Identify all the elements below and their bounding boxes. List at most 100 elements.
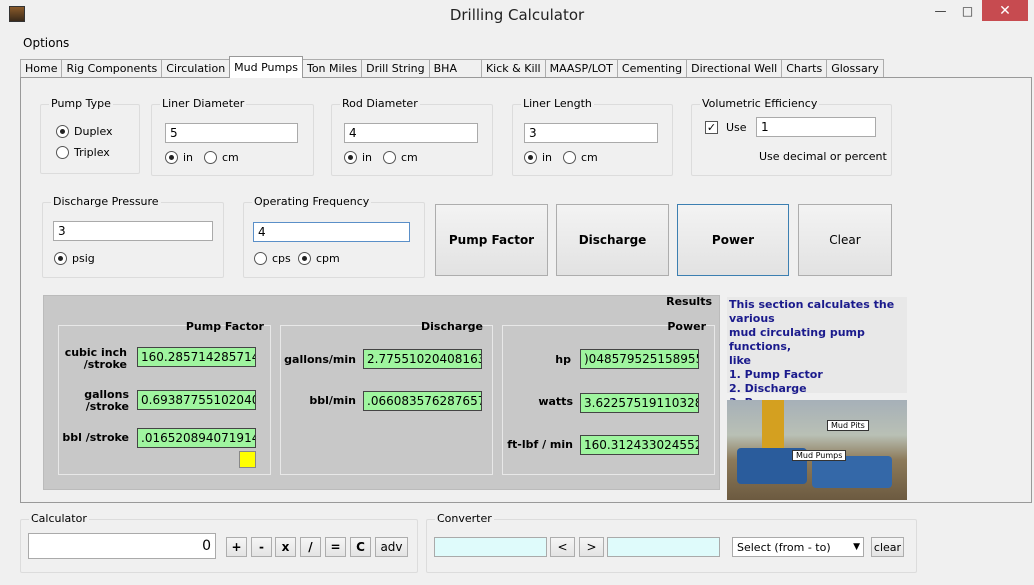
radio-dot [54, 252, 67, 265]
tab-strip: Home Rig Components Circulation Mud Pump… [20, 56, 884, 78]
tab-kick-kill[interactable]: Kick & Kill [480, 59, 546, 78]
tab-cementing[interactable]: Cementing [616, 59, 688, 78]
radio-psig[interactable]: psig [54, 252, 95, 265]
tab-drill-string[interactable]: Drill String [361, 59, 430, 78]
pump-factor-button[interactable]: Pump Factor [435, 204, 548, 276]
tab-bha[interactable]: BHA [428, 59, 482, 78]
info-line: This section calculates the various [729, 298, 895, 325]
radio-label: cps [272, 252, 291, 265]
calc-plus-button[interactable]: + [226, 537, 247, 557]
info-panel: This section calculates the various mud … [727, 297, 907, 409]
title-bar: Drilling Calculator [0, 0, 1034, 31]
converter-left-button[interactable]: < [550, 537, 575, 557]
operating-frequency-input[interactable]: 4 [253, 222, 410, 242]
tab-glossary[interactable]: Glossary [826, 59, 884, 78]
volumetric-efficiency-input[interactable]: 1 [756, 117, 876, 137]
tab-directional-well[interactable]: Directional Well [686, 59, 783, 78]
radio-duplex[interactable]: Duplex [56, 125, 113, 138]
radio-label: cpm [316, 252, 340, 265]
calc-equals-button[interactable]: = [325, 537, 346, 557]
radio-dot [254, 252, 267, 265]
liner-diameter-input[interactable]: 5 [165, 123, 298, 143]
radio-label: psig [72, 252, 95, 265]
tab-maasp-lot[interactable]: MAASP/LOT [544, 59, 618, 78]
minimize-button[interactable]: — [926, 0, 955, 21]
ftlbf-output: 160.312433024552 [580, 435, 699, 455]
gallons-label: gallons /stroke [84, 388, 129, 413]
tab-rig-components[interactable]: Rig Components [61, 59, 163, 78]
radio-label: cm [222, 151, 239, 164]
liner-length-input[interactable]: 3 [524, 123, 658, 143]
radio-label: cm [401, 151, 418, 164]
discharge-pressure-label: Discharge Pressure [51, 195, 161, 208]
radio-dot [383, 151, 396, 164]
discharge-title: Discharge [421, 320, 483, 333]
radio-label: in [362, 151, 373, 164]
tab-charts[interactable]: Charts [781, 59, 828, 78]
radio-dot [344, 151, 357, 164]
tab-mud-pumps[interactable]: Mud Pumps [229, 56, 303, 78]
radio-label: cm [581, 151, 598, 164]
tab-circulation[interactable]: Circulation [161, 59, 231, 78]
converter-select[interactable]: Select (from - to) ▼ [732, 537, 864, 557]
watts-output: 3.62257519110328 [580, 393, 699, 413]
gallons-output: 0.693877551020408 [137, 390, 256, 410]
hp-output: )0485795251589551 [580, 349, 699, 369]
calc-divide-button[interactable]: / [300, 537, 321, 557]
radio-dot [298, 252, 311, 265]
radio-rod-diameter-in[interactable]: in [344, 151, 372, 164]
calc-advanced-button[interactable]: adv [375, 537, 408, 557]
menu-bar [0, 31, 1034, 55]
info-line: 2. Discharge [729, 382, 807, 395]
clear-button[interactable]: Clear [798, 204, 892, 276]
chevron-down-icon: ▼ [853, 542, 860, 552]
info-line: like [729, 354, 752, 367]
gpm-output: 2.77551020408163 [363, 349, 482, 369]
volumetric-efficiency-hint: Use decimal or percent [759, 150, 887, 163]
maximize-button[interactable]: □ [953, 0, 982, 21]
window-title: Drilling Calculator [449, 6, 585, 24]
bbl-output: .0165208940719145 [137, 428, 256, 448]
watts-label: watts [538, 395, 573, 408]
radio-liner-length-cm[interactable]: cm [563, 151, 598, 164]
pump-factor-title: Pump Factor [185, 320, 264, 333]
calc-clear-button[interactable]: C [350, 537, 371, 557]
mud-pumps-photo: Mud Pits Mud Pumps [727, 400, 907, 500]
calculator-display[interactable]: 0 [28, 533, 216, 559]
use-label: Use [726, 121, 747, 134]
liner-diameter-label: Liner Diameter [160, 97, 247, 110]
use-checkbox[interactable]: ✓ Use [705, 121, 747, 134]
calculator-label: Calculator [29, 512, 89, 525]
info-line: 1. Pump Factor [729, 368, 823, 381]
close-button[interactable]: ✕ [982, 0, 1028, 21]
tab-ton-miles[interactable]: Ton Miles [301, 59, 363, 78]
radio-liner-diameter-cm[interactable]: cm [204, 151, 239, 164]
ftlbf-label: ft-lbf / min [507, 438, 573, 451]
menu-options[interactable]: Options [23, 36, 69, 50]
converter-input-left[interactable] [434, 537, 547, 557]
rod-diameter-input[interactable]: 4 [344, 123, 478, 143]
info-line: mud circulating pump functions, [729, 326, 865, 353]
radio-triplex[interactable]: Triplex [56, 146, 110, 159]
radio-cpm[interactable]: cpm [298, 252, 340, 265]
calc-minus-button[interactable]: - [251, 537, 272, 557]
results-title: Results [666, 295, 712, 308]
tab-home[interactable]: Home [20, 59, 63, 78]
photo-label-pumps: Mud Pumps [792, 450, 847, 461]
discharge-pressure-input[interactable]: 3 [53, 221, 213, 241]
bpm-label: bbl/min [309, 394, 356, 407]
radio-liner-diameter-in[interactable]: in [165, 151, 193, 164]
operating-frequency-label: Operating Frequency [252, 195, 372, 208]
converter-right-button[interactable]: > [579, 537, 604, 557]
cubic-inch-label: cubic inch /stroke [64, 346, 127, 371]
radio-liner-length-in[interactable]: in [524, 151, 552, 164]
radio-dot [524, 151, 537, 164]
converter-clear-button[interactable]: clear [871, 537, 904, 557]
calc-multiply-button[interactable]: x [275, 537, 296, 557]
converter-input-right[interactable] [607, 537, 720, 557]
radio-rod-diameter-cm[interactable]: cm [383, 151, 418, 164]
radio-cps[interactable]: cps [254, 252, 291, 265]
converter-select-value: Select (from - to) [737, 541, 831, 554]
power-button[interactable]: Power [677, 204, 789, 276]
discharge-button[interactable]: Discharge [556, 204, 669, 276]
